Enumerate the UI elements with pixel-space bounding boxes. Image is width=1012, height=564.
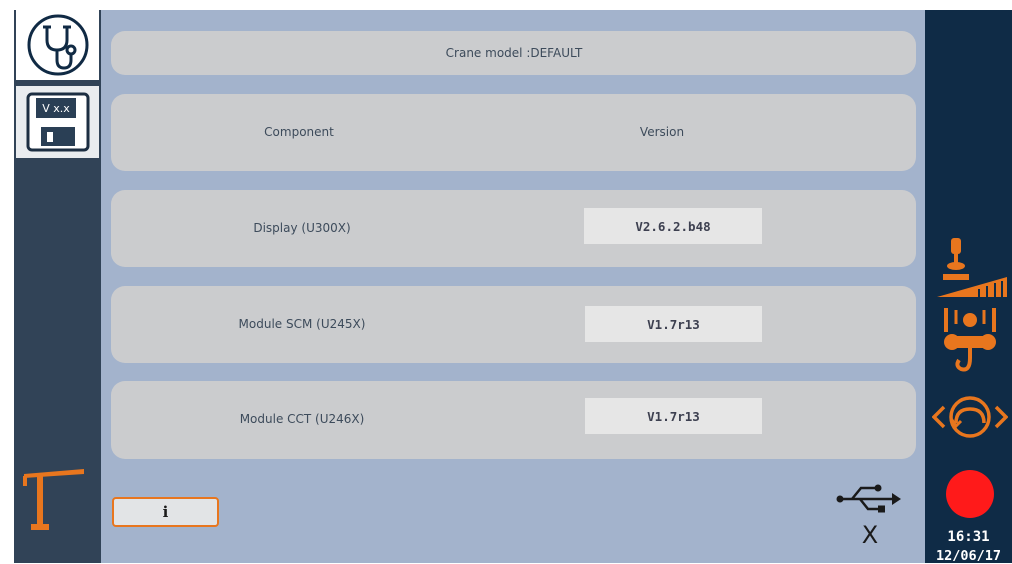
joystick-ramp-icon[interactable] bbox=[937, 236, 1009, 298]
floppy-disk-icon: V x.x bbox=[26, 92, 89, 152]
stethoscope-icon bbox=[27, 14, 88, 76]
right-status-bar: 16:31 12/06/17 bbox=[925, 10, 1012, 564]
info-button[interactable]: i bbox=[112, 497, 219, 527]
record-dot[interactable] bbox=[946, 470, 994, 518]
tower-crane-icon[interactable] bbox=[18, 466, 88, 532]
tab-software-version[interactable]: V x.x bbox=[16, 86, 99, 158]
clock-date: 12/06/17 bbox=[935, 548, 1002, 564]
tab-diagnostics[interactable] bbox=[16, 10, 99, 80]
column-header-component: Component bbox=[264, 125, 334, 139]
version-value: V1.7r13 bbox=[585, 306, 762, 342]
version-value: V2.6.2.b48 bbox=[584, 208, 762, 244]
slewing-icon[interactable] bbox=[932, 393, 1008, 441]
table-row: Module SCM (U245X) V1.7r13 bbox=[111, 286, 916, 363]
usb-icon[interactable]: X bbox=[834, 477, 904, 547]
table-row: Module CCT (U246X) V1.7r13 bbox=[111, 381, 916, 459]
header-panel: Crane model :DEFAULT bbox=[111, 31, 916, 75]
column-header-version: Version bbox=[639, 125, 685, 139]
crane-model-title: Crane model :DEFAULT bbox=[445, 46, 583, 60]
table-row: Display (U300X) V2.6.2.b48 bbox=[111, 190, 916, 267]
table-header-panel: Component Version bbox=[111, 94, 916, 171]
component-name: Display (U300X) bbox=[253, 221, 351, 235]
component-name: Module CCT (U246X) bbox=[239, 412, 365, 426]
left-nav: V x.x bbox=[14, 10, 101, 563]
clock-time: 16:31 bbox=[947, 529, 990, 545]
component-name: Module SCM (U245X) bbox=[238, 317, 366, 331]
usb-status: X bbox=[862, 521, 878, 547]
version-value: V1.7r13 bbox=[585, 398, 762, 434]
hook-pulley-icon[interactable] bbox=[940, 306, 1000, 378]
floppy-label: V x.x bbox=[42, 102, 70, 115]
main-panel: Crane model :DEFAULT Component Version D… bbox=[101, 10, 925, 563]
